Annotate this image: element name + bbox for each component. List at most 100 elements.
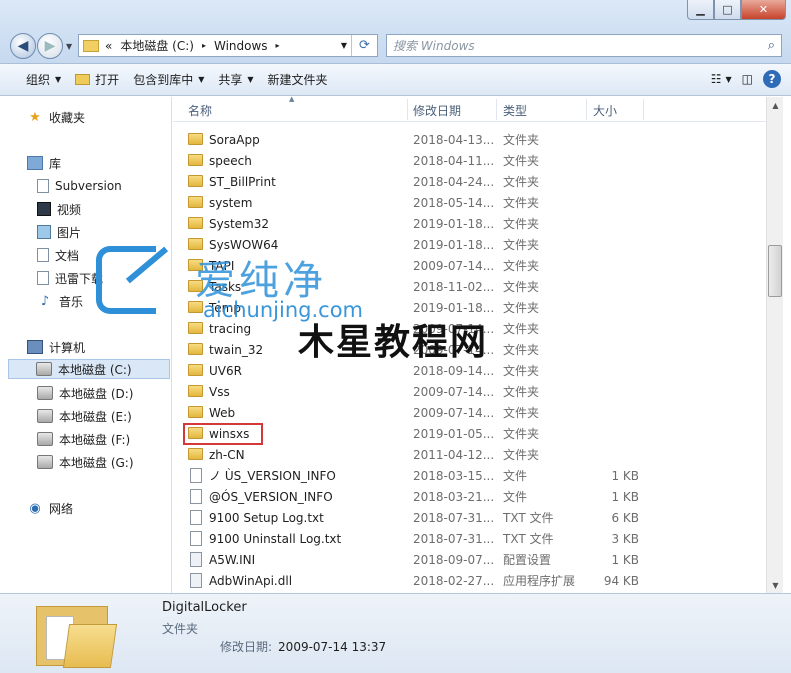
open-button[interactable]: 打开	[75, 71, 133, 88]
file-date: 2019-01-18...	[413, 216, 495, 231]
file-type: 文件夹	[503, 364, 540, 378]
sidebar-item-drive-e[interactable]: 本地磁盘 (E:)	[37, 406, 132, 426]
file-name: 9100 Uninstall Log.txt	[209, 531, 342, 546]
column-divider[interactable]	[586, 99, 587, 120]
details-name: DigitalLocker	[162, 600, 247, 615]
file-name: A5W.INI	[209, 552, 256, 567]
table-row[interactable]: system 2018-05-14... 文件夹	[173, 192, 766, 213]
folder-icon	[188, 175, 203, 187]
file-size: 6 KB	[611, 510, 639, 525]
file-name: UV6R	[209, 363, 242, 378]
sidebar-item-label: 本地磁盘 (D:)	[59, 386, 134, 401]
scroll-thumb[interactable]	[768, 245, 782, 297]
sidebar-item-label: 音乐	[59, 294, 84, 309]
sidebar-item-videos[interactable]: 视频	[37, 199, 81, 219]
sidebar-item-thunder-downloads[interactable]: 迅雷下载	[37, 268, 103, 288]
include-library-button[interactable]: 包含到库中 ▼	[133, 71, 218, 88]
sidebar-item-favorites[interactable]: ★ 收藏夹	[27, 107, 85, 127]
maximize-button[interactable]: □	[714, 0, 741, 20]
table-row[interactable]: zh-CN 2011-04-12... 文件夹	[173, 444, 766, 465]
file-name: ノ ÙS_VERSION_INFO	[209, 469, 336, 483]
table-row[interactable]: 9100 Uninstall Log.txt 2018-07-31... TXT 文…	[173, 528, 766, 549]
file-type: 文件夹	[503, 322, 540, 336]
file-date: 2009-07-14...	[413, 405, 495, 420]
table-row[interactable]: SoraApp 2018-04-13... 文件夹	[173, 129, 766, 150]
column-divider[interactable]	[496, 99, 497, 120]
column-header-name[interactable]: 名称	[188, 102, 212, 119]
views-icon[interactable]: ☷	[711, 72, 722, 86]
refresh-icon[interactable]: ⟳	[351, 35, 377, 56]
table-row[interactable]: 9100 Setup Log.txt 2018-07-31... TXT 文件 6 K…	[173, 507, 766, 528]
search-icon[interactable]: ⌕	[768, 38, 775, 53]
organize-button[interactable]: 组织 ▼	[0, 71, 75, 88]
breadcrumb-separator-icon[interactable]: ▸	[202, 41, 206, 50]
sidebar-item-computer[interactable]: 计算机	[27, 337, 85, 357]
table-row[interactable]: AdbWinApi.dll 2018-02-27... 应用程序扩展 94 KB	[173, 570, 766, 591]
preview-pane-icon[interactable]: ◫	[742, 72, 753, 86]
sidebar-item-pictures[interactable]: 图片	[37, 222, 81, 242]
file-name: zh-CN	[209, 447, 245, 462]
title-bar: ▁ □ ✕ ◀ ▶ ▼ « 本地磁盘 (C:) ▸ Windows ▸ ▼ ⟳ …	[0, 0, 791, 64]
scroll-up-button[interactable]: ▲	[767, 97, 784, 113]
vertical-scrollbar[interactable]: ▲ ▼	[766, 97, 783, 593]
folder-icon	[83, 39, 99, 52]
file-type: 文件夹	[503, 259, 540, 273]
drive-icon	[37, 386, 53, 400]
address-bar[interactable]: « 本地磁盘 (C:) ▸ Windows ▸ ▼ ⟳	[78, 34, 378, 57]
file-date: 2018-04-13...	[413, 132, 495, 147]
file-type: 文件	[503, 490, 528, 504]
table-row[interactable]: speech 2018-04-11... 文件夹	[173, 150, 766, 171]
recent-pages-dropdown[interactable]: ▼	[66, 42, 72, 51]
sidebar-item-libraries[interactable]: 库	[27, 153, 61, 173]
views-dropdown-icon[interactable]: ▼	[726, 75, 732, 84]
address-chevrons[interactable]: «	[105, 39, 112, 53]
sidebar-item-drive-f[interactable]: 本地磁盘 (F:)	[37, 429, 130, 449]
sidebar-item-network[interactable]: ◉ 网络	[27, 498, 73, 518]
close-button[interactable]: ✕	[741, 0, 786, 20]
file-size: 3 KB	[611, 531, 639, 546]
file-date: 2019-01-18...	[413, 237, 495, 252]
sidebar-item-drive-g[interactable]: 本地磁盘 (G:)	[37, 452, 134, 472]
file-date: 2018-02-27...	[413, 573, 495, 588]
help-icon[interactable]: ?	[763, 70, 781, 88]
sidebar-item-music[interactable]: ♪ 音乐	[37, 291, 83, 311]
table-row[interactable]: A5W.INI 2018-09-07... 配置设置 1 KB	[173, 549, 766, 570]
folder-icon	[188, 385, 203, 397]
table-row[interactable]: ST_BillPrint 2018-04-24... 文件夹	[173, 171, 766, 192]
details-modified: 修改日期: 2009-07-14 13:37	[220, 638, 386, 655]
table-row[interactable]: System32 2019-01-18... 文件夹	[173, 213, 766, 234]
sidebar-item-label: 本地磁盘 (C:)	[58, 362, 132, 377]
sidebar-item-subversion[interactable]: Subversion	[37, 176, 122, 196]
address-dropdown-icon[interactable]: ▼	[341, 41, 347, 50]
column-divider[interactable]	[643, 99, 644, 120]
table-row[interactable]: @ÓS_VERSION_INFO 2018-03-21... 文件 1 KB	[173, 486, 766, 507]
file-date: 2018-05-14...	[413, 195, 495, 210]
new-folder-button[interactable]: 新建文件夹	[268, 71, 342, 88]
file-type: 文件夹	[503, 406, 540, 420]
minimize-button[interactable]: ▁	[687, 0, 714, 20]
back-button[interactable]: ◀	[10, 33, 36, 59]
forward-button[interactable]: ▶	[37, 33, 63, 59]
file-date: 2009-07-14...	[413, 384, 495, 399]
sidebar-item-drive-d[interactable]: 本地磁盘 (D:)	[37, 383, 133, 403]
sidebar-item-documents[interactable]: 文档	[37, 245, 79, 265]
table-row[interactable]: ノ ÙS_VERSION_INFO 2018-03-15... 文件 1 KB	[173, 465, 766, 486]
column-header-date[interactable]: 修改日期	[413, 102, 461, 119]
table-row[interactable]: Vss 2009-07-14... 文件夹	[173, 381, 766, 402]
document-icon	[37, 179, 49, 193]
share-button[interactable]: 共享 ▼	[218, 71, 267, 88]
column-header-size[interactable]: 大小	[593, 102, 617, 119]
column-divider[interactable]	[407, 99, 408, 120]
column-headers: ▲ 名称 修改日期 类型 大小	[173, 95, 766, 122]
breadcrumb-separator-icon[interactable]: ▸	[276, 41, 280, 50]
folder-icon	[188, 196, 203, 208]
folder-icon	[188, 448, 203, 460]
search-input[interactable]: 搜索 Windows ⌕	[386, 34, 782, 57]
scroll-down-button[interactable]: ▼	[767, 577, 784, 593]
column-header-type[interactable]: 类型	[503, 102, 527, 119]
sidebar-item-drive-c[interactable]: 本地磁盘 (C:)	[8, 359, 170, 379]
table-row[interactable]: Web 2009-07-14... 文件夹	[173, 402, 766, 423]
table-row[interactable]: winsxs 2019-01-05... 文件夹	[173, 423, 766, 445]
breadcrumb-c-drive[interactable]: 本地磁盘 (C:)	[120, 37, 194, 54]
breadcrumb-windows[interactable]: Windows	[214, 39, 268, 53]
